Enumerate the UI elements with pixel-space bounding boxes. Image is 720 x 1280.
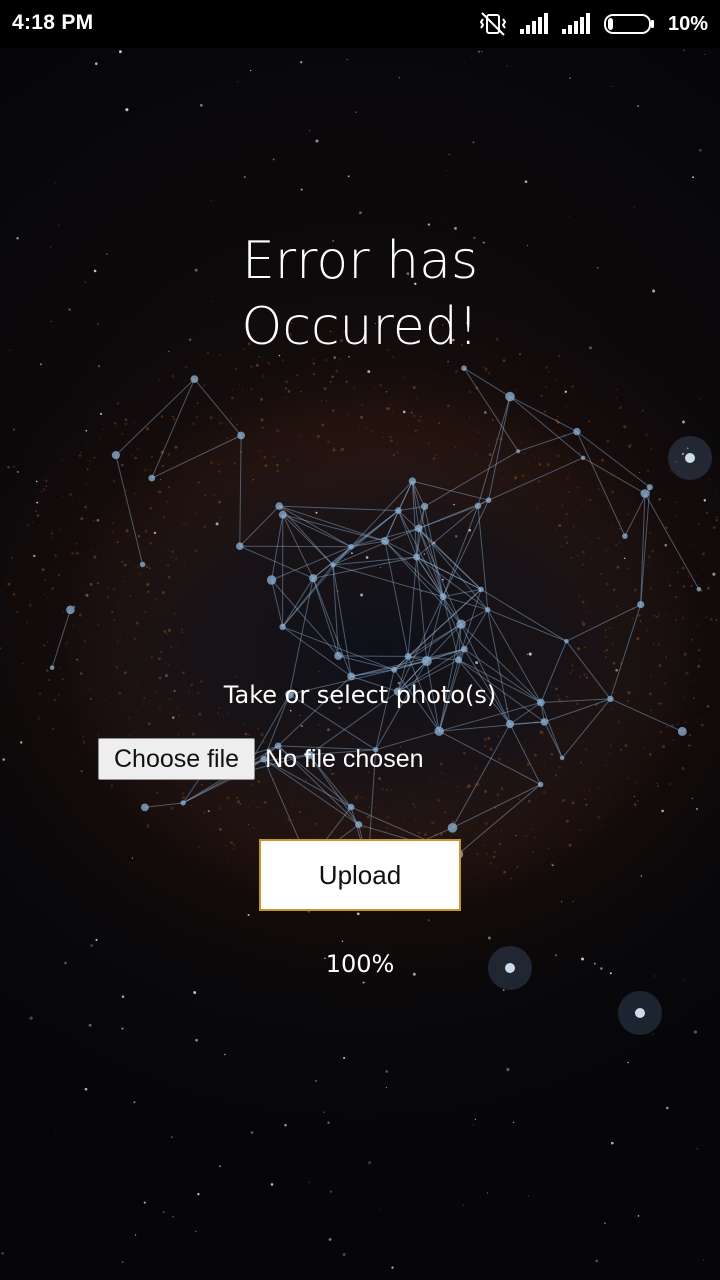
status-time: 4:18 PM bbox=[12, 11, 94, 34]
upload-button[interactable]: Upload bbox=[259, 839, 461, 911]
error-title-line2: Occured! bbox=[241, 297, 479, 357]
status-icons: 10% bbox=[478, 10, 708, 38]
photo-label: Take or select photo(s) bbox=[223, 681, 497, 709]
file-input[interactable]: Choose file No file chosen bbox=[98, 738, 424, 780]
vibrate-off-icon bbox=[478, 11, 508, 37]
signal-icon bbox=[561, 13, 592, 35]
error-title: Error has Occured! bbox=[0, 228, 720, 360]
upload-progress: 100% bbox=[325, 950, 395, 978]
status-bar: 4:18 PM 10% bbox=[0, 0, 720, 48]
signal-icon bbox=[519, 13, 550, 35]
choose-file-button[interactable]: Choose file bbox=[98, 738, 256, 780]
error-title-line1: Error has bbox=[241, 231, 479, 291]
file-status: No file chosen bbox=[265, 744, 424, 773]
battery-icon bbox=[603, 13, 656, 35]
battery-percent: 10% bbox=[667, 12, 708, 35]
